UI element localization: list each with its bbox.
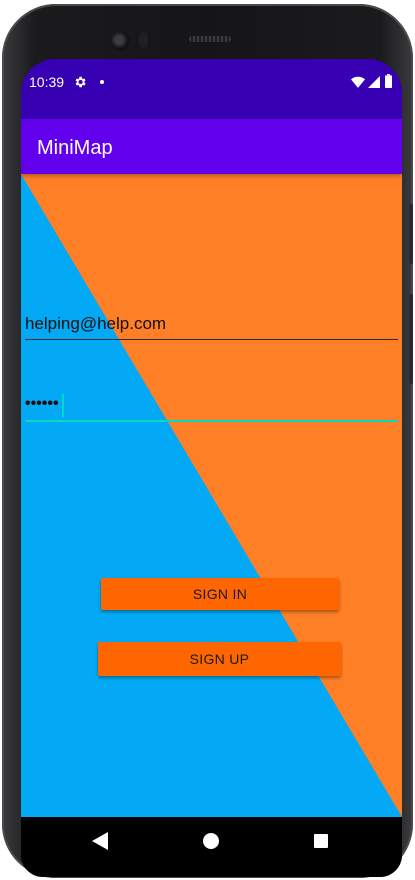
login-content: helping@help.com •••••• SIGN IN SIGN UP: [21, 174, 402, 817]
navigation-bar: [21, 817, 402, 877]
power-button: [409, 204, 413, 264]
home-icon[interactable]: [203, 833, 219, 849]
earpiece-speaker: [189, 36, 231, 42]
status-bar: 10:39: [21, 59, 402, 119]
email-value: helping@help.com: [25, 314, 167, 333]
app-title: MiniMap: [37, 137, 113, 159]
sign-in-button[interactable]: SIGN IN: [101, 578, 339, 610]
password-value: ••••••: [25, 395, 59, 412]
text-cursor: [62, 394, 64, 417]
proximity-sensor: [139, 32, 148, 48]
battery-icon: [385, 74, 392, 88]
back-icon[interactable]: [92, 832, 108, 850]
recents-icon[interactable]: [314, 834, 328, 848]
app-bar: MiniMap: [21, 119, 402, 174]
gear-icon: [75, 76, 86, 88]
front-camera: [110, 31, 130, 51]
notification-dot-icon: [100, 80, 104, 84]
password-field[interactable]: ••••••: [25, 392, 398, 422]
email-field[interactable]: helping@help.com: [25, 310, 398, 340]
background-diagonal-art: [21, 174, 402, 817]
sign-up-button[interactable]: SIGN UP: [98, 642, 341, 676]
wifi-icon: [351, 76, 365, 88]
volume-button: [409, 294, 413, 384]
status-time: 10:39: [29, 74, 65, 90]
signal-icon: [368, 76, 380, 88]
phone-frame: 10:39 MiniMap helping@help.com •••••• SI…: [2, 4, 413, 878]
screen: 10:39 MiniMap helping@help.com •••••• SI…: [21, 59, 402, 877]
